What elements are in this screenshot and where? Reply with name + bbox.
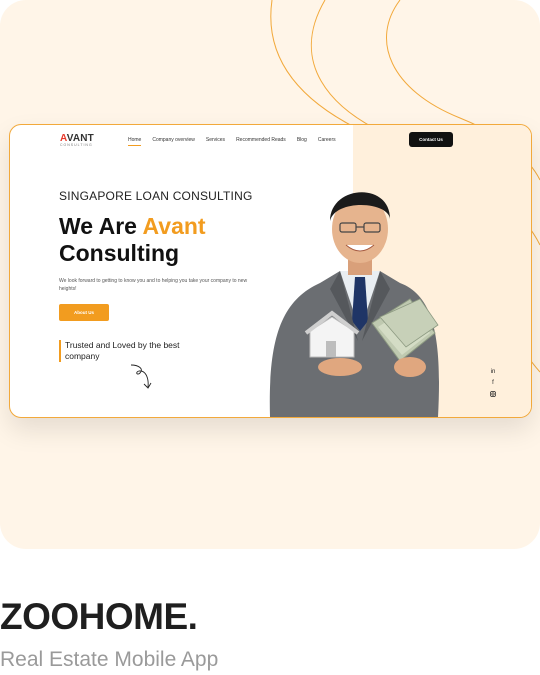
consultant-photo — [269, 192, 440, 417]
nav-item-blog[interactable]: Blog — [297, 137, 307, 146]
logo[interactable]: AVANT CONSULTING — [60, 133, 94, 147]
website-mockup: AVANT CONSULTING Home Company overview S… — [9, 124, 532, 418]
nav-item-company-overview[interactable]: Company overview — [152, 137, 195, 146]
main-nav: Home Company overview Services Recommend… — [128, 137, 336, 146]
headline-prefix: We Are — [59, 213, 143, 239]
showcase-card: AVANT CONSULTING Home Company overview S… — [0, 0, 540, 549]
linkedin-icon[interactable]: in — [491, 369, 496, 375]
facebook-icon[interactable]: f — [492, 380, 494, 386]
headline-line-2: Consulting — [59, 240, 196, 267]
curly-arrow-icon — [130, 364, 152, 389]
headline-accent: Avant — [142, 213, 206, 239]
nav-item-services[interactable]: Services — [206, 137, 225, 146]
nav-item-careers[interactable]: Careers — [318, 137, 336, 146]
trusted-callout: Trusted and Loved by the best company — [59, 340, 195, 362]
hero-headline: We Are Avant Consulting — [59, 213, 206, 267]
headline-second: Consulting — [59, 240, 180, 266]
hero-eyebrow: SINGAPORE LOAN CONSULTING — [59, 189, 253, 203]
nav-item-home[interactable]: Home — [128, 137, 142, 146]
headline-line-1: We Are Avant — [59, 213, 206, 240]
hero-description: We look forward to getting to know you a… — [59, 278, 248, 292]
logo-tagline: CONSULTING — [60, 143, 93, 147]
social-links: in f — [490, 369, 496, 397]
instagram-icon[interactable] — [490, 391, 496, 397]
brand-title: ZOOHOME. — [0, 596, 198, 637]
nav-item-recommended-reads[interactable]: Recommended Reads — [236, 137, 286, 146]
about-us-button[interactable]: About Us — [59, 304, 109, 321]
contact-us-button[interactable]: Contact Us — [409, 132, 453, 147]
brand-subtitle: Real Estate Mobile App — [0, 648, 219, 671]
